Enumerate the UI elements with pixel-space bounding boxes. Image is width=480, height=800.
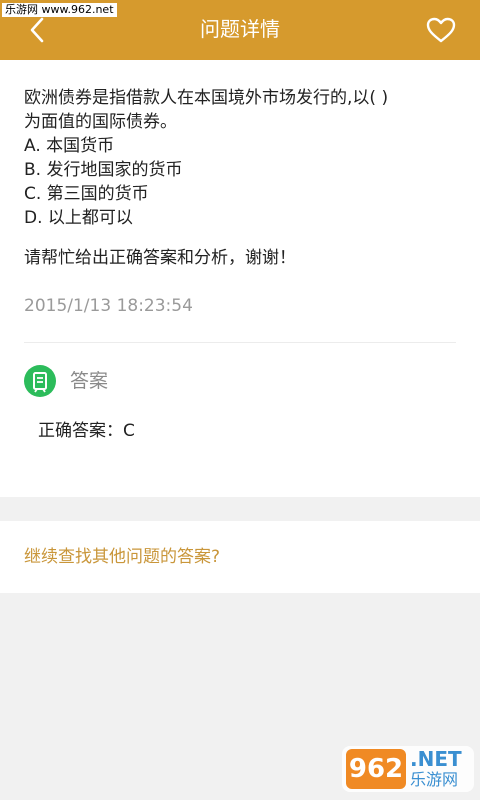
watermark-cn-text: 乐游网 bbox=[410, 770, 459, 789]
continue-search-link[interactable]: 继续查找其他问题的答案? bbox=[24, 545, 220, 569]
watermark-bottom-right: 962 .NET 乐游网 bbox=[342, 746, 474, 792]
continue-card: 继续查找其他问题的答案? bbox=[0, 521, 480, 593]
question-timestamp: 2015/1/13 18:23:54 bbox=[24, 296, 193, 316]
correct-answer-text: 正确答案：C bbox=[38, 421, 135, 441]
answer-badge-glyph bbox=[33, 372, 47, 393]
back-button[interactable] bbox=[22, 14, 54, 46]
chevron-left-icon bbox=[30, 17, 44, 43]
app-header: 问题详情 乐游网 www.962.net bbox=[0, 0, 480, 60]
option-b: B. 发行地国家的货币 bbox=[24, 160, 183, 180]
question-line: 欧洲债券是指借款人在本国境外市场发行的,以( ) bbox=[24, 88, 389, 108]
answer-badge-icon bbox=[24, 365, 56, 397]
watermark-top-left: 乐游网 www.962.net bbox=[2, 3, 117, 17]
heart-outline-icon bbox=[426, 17, 456, 43]
watermark-logo: 962 bbox=[346, 749, 406, 789]
help-request-text: 请帮忙给出正确答案和分析，谢谢！ bbox=[24, 248, 296, 268]
watermark-net-text: .NET bbox=[410, 747, 462, 771]
question-card: 欧洲债券是指借款人在本国境外市场发行的,以( ) 为面值的国际债券。 A. 本国… bbox=[0, 60, 480, 497]
section-divider bbox=[24, 342, 456, 343]
question-line: 为面值的国际债券。 bbox=[24, 112, 177, 132]
question-text: 欧洲债券是指借款人在本国境外市场发行的,以( ) 为面值的国际债券。 A. 本国… bbox=[24, 86, 464, 230]
option-c: C. 第三国的货币 bbox=[24, 184, 149, 204]
option-a: A. 本国货币 bbox=[24, 136, 115, 156]
favorite-button[interactable] bbox=[424, 14, 458, 46]
option-d: D. 以上都可以 bbox=[24, 208, 133, 228]
page-title: 问题详情 bbox=[200, 17, 280, 41]
answer-section-title: 答案 bbox=[70, 370, 109, 392]
